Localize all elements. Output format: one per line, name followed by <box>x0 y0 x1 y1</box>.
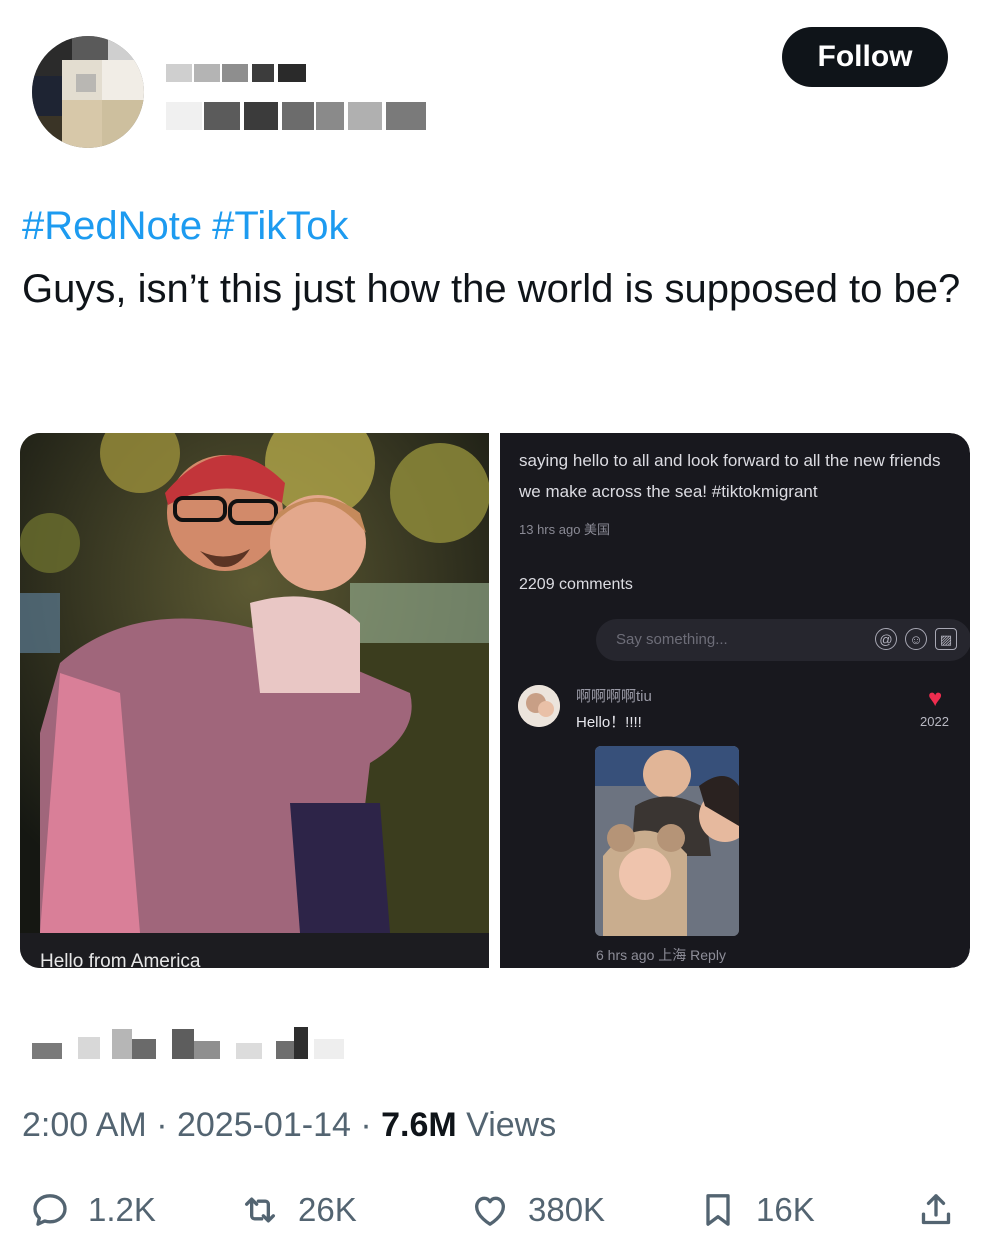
share-button[interactable] <box>916 1180 956 1240</box>
post-date[interactable]: 2025-01-14 <box>177 1106 351 1144</box>
repost-count: 26K <box>298 1191 357 1228</box>
commenter-avatar[interactable] <box>518 685 560 727</box>
post-media[interactable]: Hello from America saying hello to all a… <box>20 433 970 968</box>
comments-count: 2209 comments <box>519 576 633 593</box>
comment-text: Hello！!!!! <box>576 714 642 731</box>
avatar[interactable] <box>32 36 144 148</box>
comment-likes: 2022 <box>920 714 949 729</box>
repost-icon <box>245 1197 275 1223</box>
meta-separator: · <box>146 1106 177 1144</box>
post-text: Guys, isn’t this just how the world is s… <box>22 267 961 311</box>
comment-input[interactable]: Say something... @ ☺ ▨ <box>596 619 970 661</box>
hashtag-rednote[interactable]: #RedNote <box>22 204 202 248</box>
pixelated-name-icon <box>166 64 316 86</box>
mention-icon[interactable]: @ <box>875 628 897 650</box>
reply-count: 1.2K <box>88 1191 156 1228</box>
hashtags: #RedNote #TikTok <box>22 204 358 249</box>
bookmark-icon <box>706 1194 730 1226</box>
like-count: 380K <box>528 1191 606 1228</box>
meta-separator: · <box>350 1106 382 1144</box>
hashtag-tiktok[interactable]: #TikTok <box>212 204 348 248</box>
reply-icon <box>33 1194 67 1226</box>
post-meta: 2:00 AM · 2025-01-14 · 7.6M Views <box>22 1106 556 1145</box>
follow-button[interactable]: Follow <box>782 27 948 87</box>
views-label: Views <box>456 1106 557 1144</box>
commenter-avatar-icon <box>518 685 560 727</box>
share-icon <box>921 1194 951 1225</box>
heart-icon <box>475 1196 505 1226</box>
like-button[interactable]: 380K <box>470 1180 605 1240</box>
screenshot-post-time: 13 hrs ago 美国 <box>519 522 611 537</box>
rednote-screenshot[interactable]: saying hello to all and look forward to … <box>500 433 970 968</box>
family-photo[interactable]: Hello from America <box>20 433 489 968</box>
photo-caption: Hello from America <box>40 951 201 968</box>
comment-photo-illustration <box>595 746 739 936</box>
comment-username[interactable]: 啊啊啊啊tiu <box>576 685 652 706</box>
pixelated-handle-icon <box>166 102 446 134</box>
repost-button[interactable]: 26K <box>240 1180 357 1240</box>
bookmark-button[interactable]: 16K <box>698 1180 815 1240</box>
comment-heart-icon[interactable]: ♥ <box>928 685 942 713</box>
image-icon[interactable]: ▨ <box>935 628 957 650</box>
comment-input-icons: @ ☺ ▨ <box>875 628 957 650</box>
screenshot-post-text: saying hello to all and look forward to … <box>519 451 941 501</box>
photo-illustration <box>20 433 489 933</box>
bookmark-count: 16K <box>756 1191 815 1228</box>
emoji-icon[interactable]: ☺ <box>905 628 927 650</box>
post-time[interactable]: 2:00 AM <box>22 1106 147 1144</box>
pixelated-text-line <box>32 1025 352 1065</box>
comment-photo[interactable] <box>595 746 739 936</box>
action-bar: 1.2K 26K 380K 16K <box>0 1180 986 1240</box>
comment-input-placeholder: Say something... <box>616 631 728 648</box>
reply-button[interactable]: 1.2K <box>30 1180 156 1240</box>
comment-footer: 6 hrs ago 上海 Reply <box>596 947 726 963</box>
views-count: 7.6M <box>381 1106 457 1144</box>
pixelated-avatar-icon <box>32 36 144 148</box>
